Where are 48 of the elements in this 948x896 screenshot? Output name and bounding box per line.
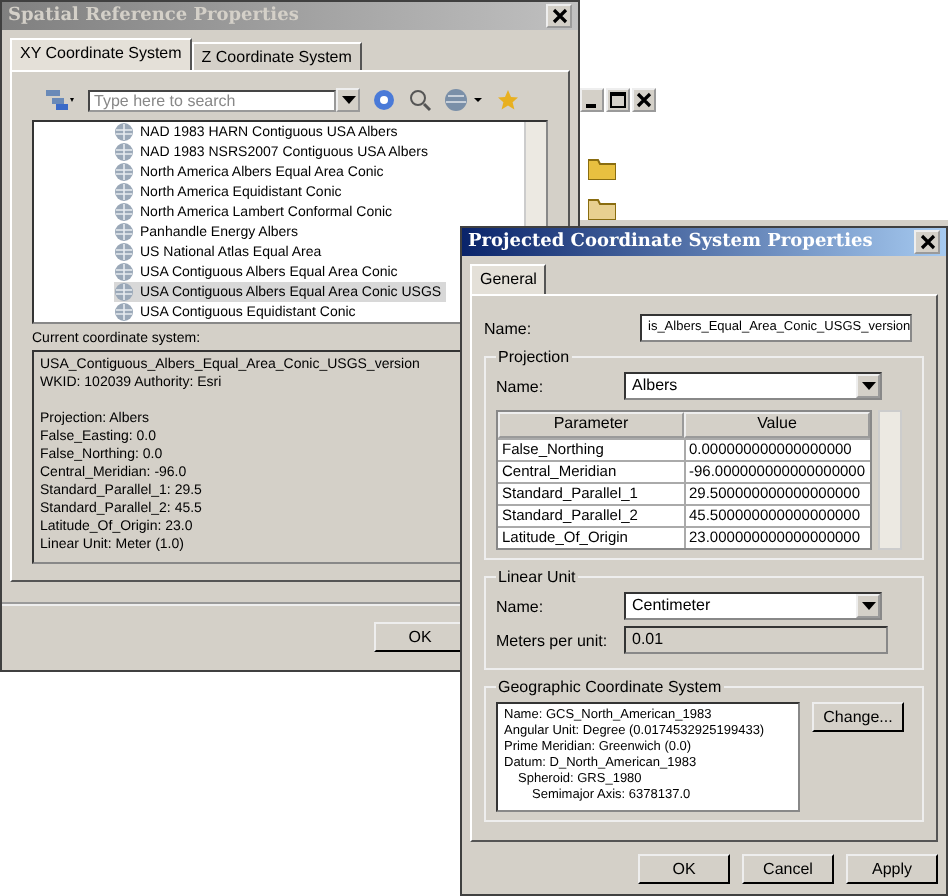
star-icon[interactable] <box>496 88 520 112</box>
window-title: Projected Coordinate System Properties <box>468 232 873 252</box>
dialog-button[interactable]: OK <box>638 854 730 884</box>
globe-icon <box>114 202 134 222</box>
globe-icon <box>114 122 134 142</box>
field-label: Name: <box>496 377 546 395</box>
search-field[interactable]: Type here to search <box>88 89 336 111</box>
change-button[interactable]: Change... <box>812 702 904 732</box>
tab[interactable]: XY Coordinate System <box>10 38 192 70</box>
group-title: Geographic Coordinate System <box>496 678 724 696</box>
column-header[interactable]: Value <box>684 412 870 438</box>
globe-icon <box>114 222 134 242</box>
globe-icon <box>114 182 134 202</box>
globe-icon <box>114 242 134 262</box>
dropdown-icon[interactable] <box>336 88 360 112</box>
maximize-icon[interactable] <box>606 88 630 112</box>
group-title: Projection <box>496 348 572 366</box>
dialog-button[interactable]: Cancel <box>742 854 834 884</box>
dropdown-icon[interactable] <box>856 374 880 398</box>
projection-dropdown[interactable]: Albers <box>624 372 882 400</box>
tab[interactable]: General <box>470 264 547 294</box>
column-header[interactable]: Parameter <box>498 412 684 438</box>
meters-field[interactable]: 0.01 <box>624 626 888 654</box>
globe-icon <box>114 302 134 322</box>
field-label: Name: <box>496 597 546 615</box>
dialog-button[interactable]: Apply <box>846 854 938 884</box>
scrollbar[interactable] <box>878 410 902 550</box>
folder-icon[interactable] <box>588 196 616 220</box>
tab[interactable]: Z Coordinate System <box>191 42 362 70</box>
minimize-icon[interactable] <box>580 88 604 112</box>
zoom-icon[interactable] <box>408 88 432 112</box>
field-label: Meters per unit: <box>496 631 610 649</box>
dropdown-icon[interactable] <box>856 594 880 618</box>
folder-icon[interactable] <box>588 156 616 180</box>
filter-icon[interactable] <box>44 88 76 112</box>
unit-dropdown[interactable]: Centimeter <box>624 592 882 620</box>
globe-icon <box>114 262 134 282</box>
globe-icon <box>114 142 134 162</box>
globe-icon <box>114 162 134 182</box>
globe-icon[interactable] <box>444 88 484 112</box>
group-title: Linear Unit <box>496 568 578 586</box>
close-icon[interactable] <box>632 88 656 112</box>
window-title: Spatial Reference Properties <box>8 6 299 26</box>
close-button[interactable] <box>914 230 940 254</box>
ok-button[interactable]: OK <box>374 622 466 652</box>
globe-icon <box>114 282 134 302</box>
field-label: Name: <box>484 319 534 337</box>
search-icon[interactable] <box>372 88 396 112</box>
